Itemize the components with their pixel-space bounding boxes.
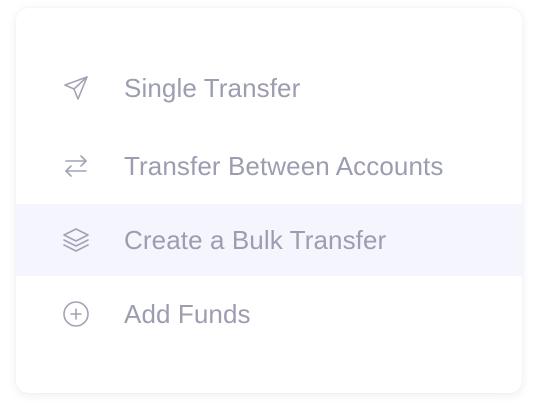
send-icon — [60, 72, 92, 104]
menu-item-label: Single Transfer — [124, 72, 301, 103]
swap-arrows-icon — [60, 150, 92, 182]
menu-item-label: Add Funds — [124, 298, 251, 329]
layers-icon — [60, 224, 92, 256]
menu-item-transfer-between-accounts[interactable]: Transfer Between Accounts — [16, 128, 522, 204]
menu-item-create-bulk-transfer[interactable]: Create a Bulk Transfer — [16, 204, 522, 276]
menu-item-single-transfer[interactable]: Single Transfer — [16, 48, 522, 128]
transfer-menu: Single Transfer Transfer Between Account… — [16, 8, 522, 393]
menu-item-label: Transfer Between Accounts — [124, 150, 444, 181]
menu-item-label: Create a Bulk Transfer — [124, 224, 387, 255]
plus-circle-icon — [60, 298, 92, 330]
menu-list: Single Transfer Transfer Between Account… — [16, 48, 522, 352]
menu-item-add-funds[interactable]: Add Funds — [16, 276, 522, 352]
